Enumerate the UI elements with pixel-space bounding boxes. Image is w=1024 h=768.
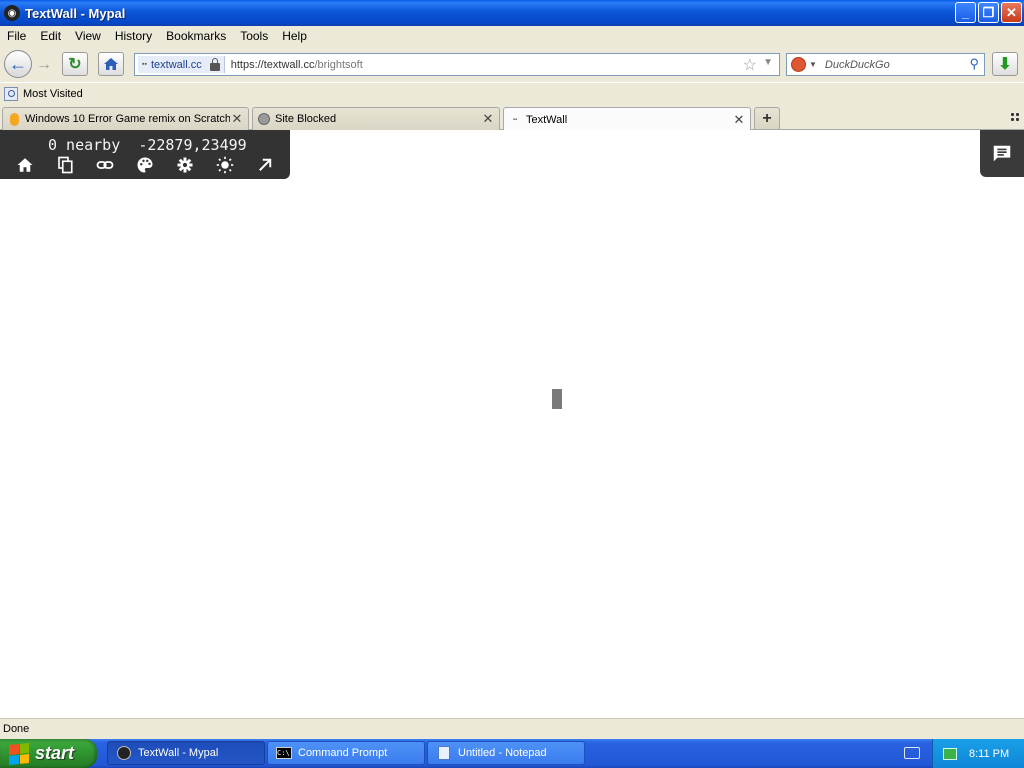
command-prompt-icon: C:\ (276, 747, 292, 759)
status-bar: Done (0, 718, 1024, 739)
taskbar: start TextWall - Mypal C:\ Command Promp… (0, 739, 1024, 768)
bookmarks-toolbar: Most Visited (0, 83, 1024, 105)
textwall-tools (15, 155, 295, 175)
tab-list-grid-icon[interactable] (1010, 112, 1020, 122)
tab-scratch[interactable]: Windows 10 Error Game remix on Scratch ✕ (2, 107, 249, 130)
textwall-toolbar: 0 nearby -22879,23499 (0, 130, 290, 179)
keyboard-icon[interactable] (904, 747, 920, 759)
restore-button[interactable]: ❐ (978, 2, 999, 23)
chat-button[interactable] (980, 130, 1024, 177)
page-content[interactable]: 0 nearby -22879,23499 (0, 130, 1024, 718)
nearby-count: 0 nearby (48, 136, 121, 154)
plus-icon: + (762, 109, 772, 127)
downloads-button[interactable]: ⬇ (992, 52, 1018, 76)
menu-tools[interactable]: Tools (233, 29, 275, 43)
text-cursor (552, 389, 562, 409)
taskbar-item-command-prompt[interactable]: C:\ Command Prompt (267, 741, 425, 765)
download-arrow-icon: ⬇ (998, 56, 1012, 73)
notepad-icon (438, 746, 450, 760)
search-magnifier-icon[interactable]: ⚲ (969, 56, 979, 72)
bookmark-most-visited[interactable]: Most Visited (23, 88, 83, 100)
start-button[interactable]: start (0, 739, 97, 768)
tab-label: Site Blocked (275, 113, 337, 125)
url-bar[interactable]: ▪▪ textwall.cc https://textwall.cc/brigh… (134, 53, 780, 76)
taskbar-item-label: Command Prompt (298, 747, 388, 759)
site-identity-label: textwall.cc (150, 58, 202, 71)
window-title-bar[interactable]: ◉ TextWall - Mypal _ ❐ ✕ (0, 0, 1024, 26)
home-icon (104, 58, 118, 70)
reload-button[interactable]: ↻ (62, 52, 88, 76)
search-placeholder: DuckDuckGo (824, 58, 890, 71)
coordinates: -22879,23499 (138, 136, 247, 154)
brightness-icon[interactable] (215, 155, 235, 175)
forward-button[interactable]: → (33, 55, 55, 75)
arrow-left-icon: ← (9, 53, 27, 74)
search-box[interactable]: ▼ DuckDuckGo ⚲ (786, 53, 985, 76)
windows-logo-icon (9, 742, 29, 765)
chat-icon (993, 145, 1011, 161)
close-tab-icon[interactable]: ✕ (481, 111, 495, 127)
window-title: TextWall - Mypal (25, 5, 126, 21)
system-tray: 8:11 PM (932, 739, 1024, 768)
most-visited-icon (4, 87, 18, 101)
close-tab-icon[interactable]: ✕ (230, 111, 244, 127)
menu-edit[interactable]: Edit (33, 29, 68, 43)
scratch-icon (9, 112, 19, 126)
bookmark-star-icon[interactable]: ☆ (743, 55, 757, 75)
close-tab-icon[interactable]: ✕ (732, 112, 746, 128)
url-dropdown-icon[interactable]: ▼ (763, 57, 773, 68)
taskbar-item-label: Untitled - Notepad (458, 747, 547, 759)
tab-strip: Windows 10 Error Game remix on Scratch ✕… (0, 105, 1024, 131)
tab-site-blocked[interactable]: Site Blocked ✕ (252, 107, 500, 130)
taskbar-item-label: TextWall - Mypal (138, 747, 219, 759)
home-button[interactable] (98, 52, 124, 76)
menu-file[interactable]: File (0, 29, 33, 43)
palette-icon[interactable] (135, 155, 155, 175)
menu-help[interactable]: Help (275, 29, 314, 43)
expand-arrow-icon[interactable] (255, 155, 275, 175)
status-text: Done (3, 723, 30, 735)
menu-bar: File Edit View History Bookmarks Tools H… (0, 26, 1024, 46)
lock-icon (209, 57, 220, 71)
mypal-raccoon-icon (117, 746, 131, 760)
new-tab-button[interactable]: + (754, 107, 780, 129)
tab-label: TextWall (526, 113, 568, 126)
taskbar-item-notepad[interactable]: Untitled - Notepad (427, 741, 585, 765)
back-button[interactable]: ← (4, 50, 32, 78)
tab-textwall[interactable]: ▪▪ TextWall ✕ (503, 107, 751, 131)
duckduckgo-icon[interactable] (791, 57, 806, 72)
reload-icon: ↻ (68, 56, 82, 73)
taskbar-item-mypal[interactable]: TextWall - Mypal (107, 741, 265, 765)
window-controls: _ ❐ ✕ (955, 2, 1022, 23)
search-engine-dropdown-icon[interactable]: ▼ (809, 60, 817, 69)
close-window-button[interactable]: ✕ (1001, 2, 1022, 23)
url-path: /brightsoft (314, 58, 363, 71)
site-identity-button[interactable]: ▪▪ textwall.cc (138, 56, 225, 73)
link-icon[interactable] (95, 155, 115, 175)
arrow-right-icon: → (36, 56, 52, 73)
mypal-raccoon-icon: ◉ (4, 5, 20, 21)
menu-history[interactable]: History (108, 29, 159, 43)
coordinates-readout: 0 nearby -22879,23499 (48, 136, 247, 154)
menu-view[interactable]: View (68, 29, 108, 43)
gear-icon[interactable] (175, 155, 195, 175)
url-text[interactable]: https://textwall.cc/brightsoft (231, 59, 363, 71)
globe-icon (258, 113, 270, 125)
copy-icon[interactable] (55, 155, 75, 175)
menu-bookmarks[interactable]: Bookmarks (159, 29, 233, 43)
tab-label: Windows 10 Error Game remix on Scratch (25, 113, 230, 125)
start-label: start (35, 743, 75, 763)
network-icon[interactable] (943, 747, 957, 760)
textwall-icon: ▪▪ (512, 116, 518, 123)
minimize-button[interactable]: _ (955, 2, 976, 23)
url-host: https://textwall.cc (230, 58, 315, 71)
home-icon[interactable] (15, 155, 35, 175)
site-favicon-icon: ▪▪ (142, 61, 147, 68)
clock[interactable]: 8:11 PM (969, 748, 1009, 760)
